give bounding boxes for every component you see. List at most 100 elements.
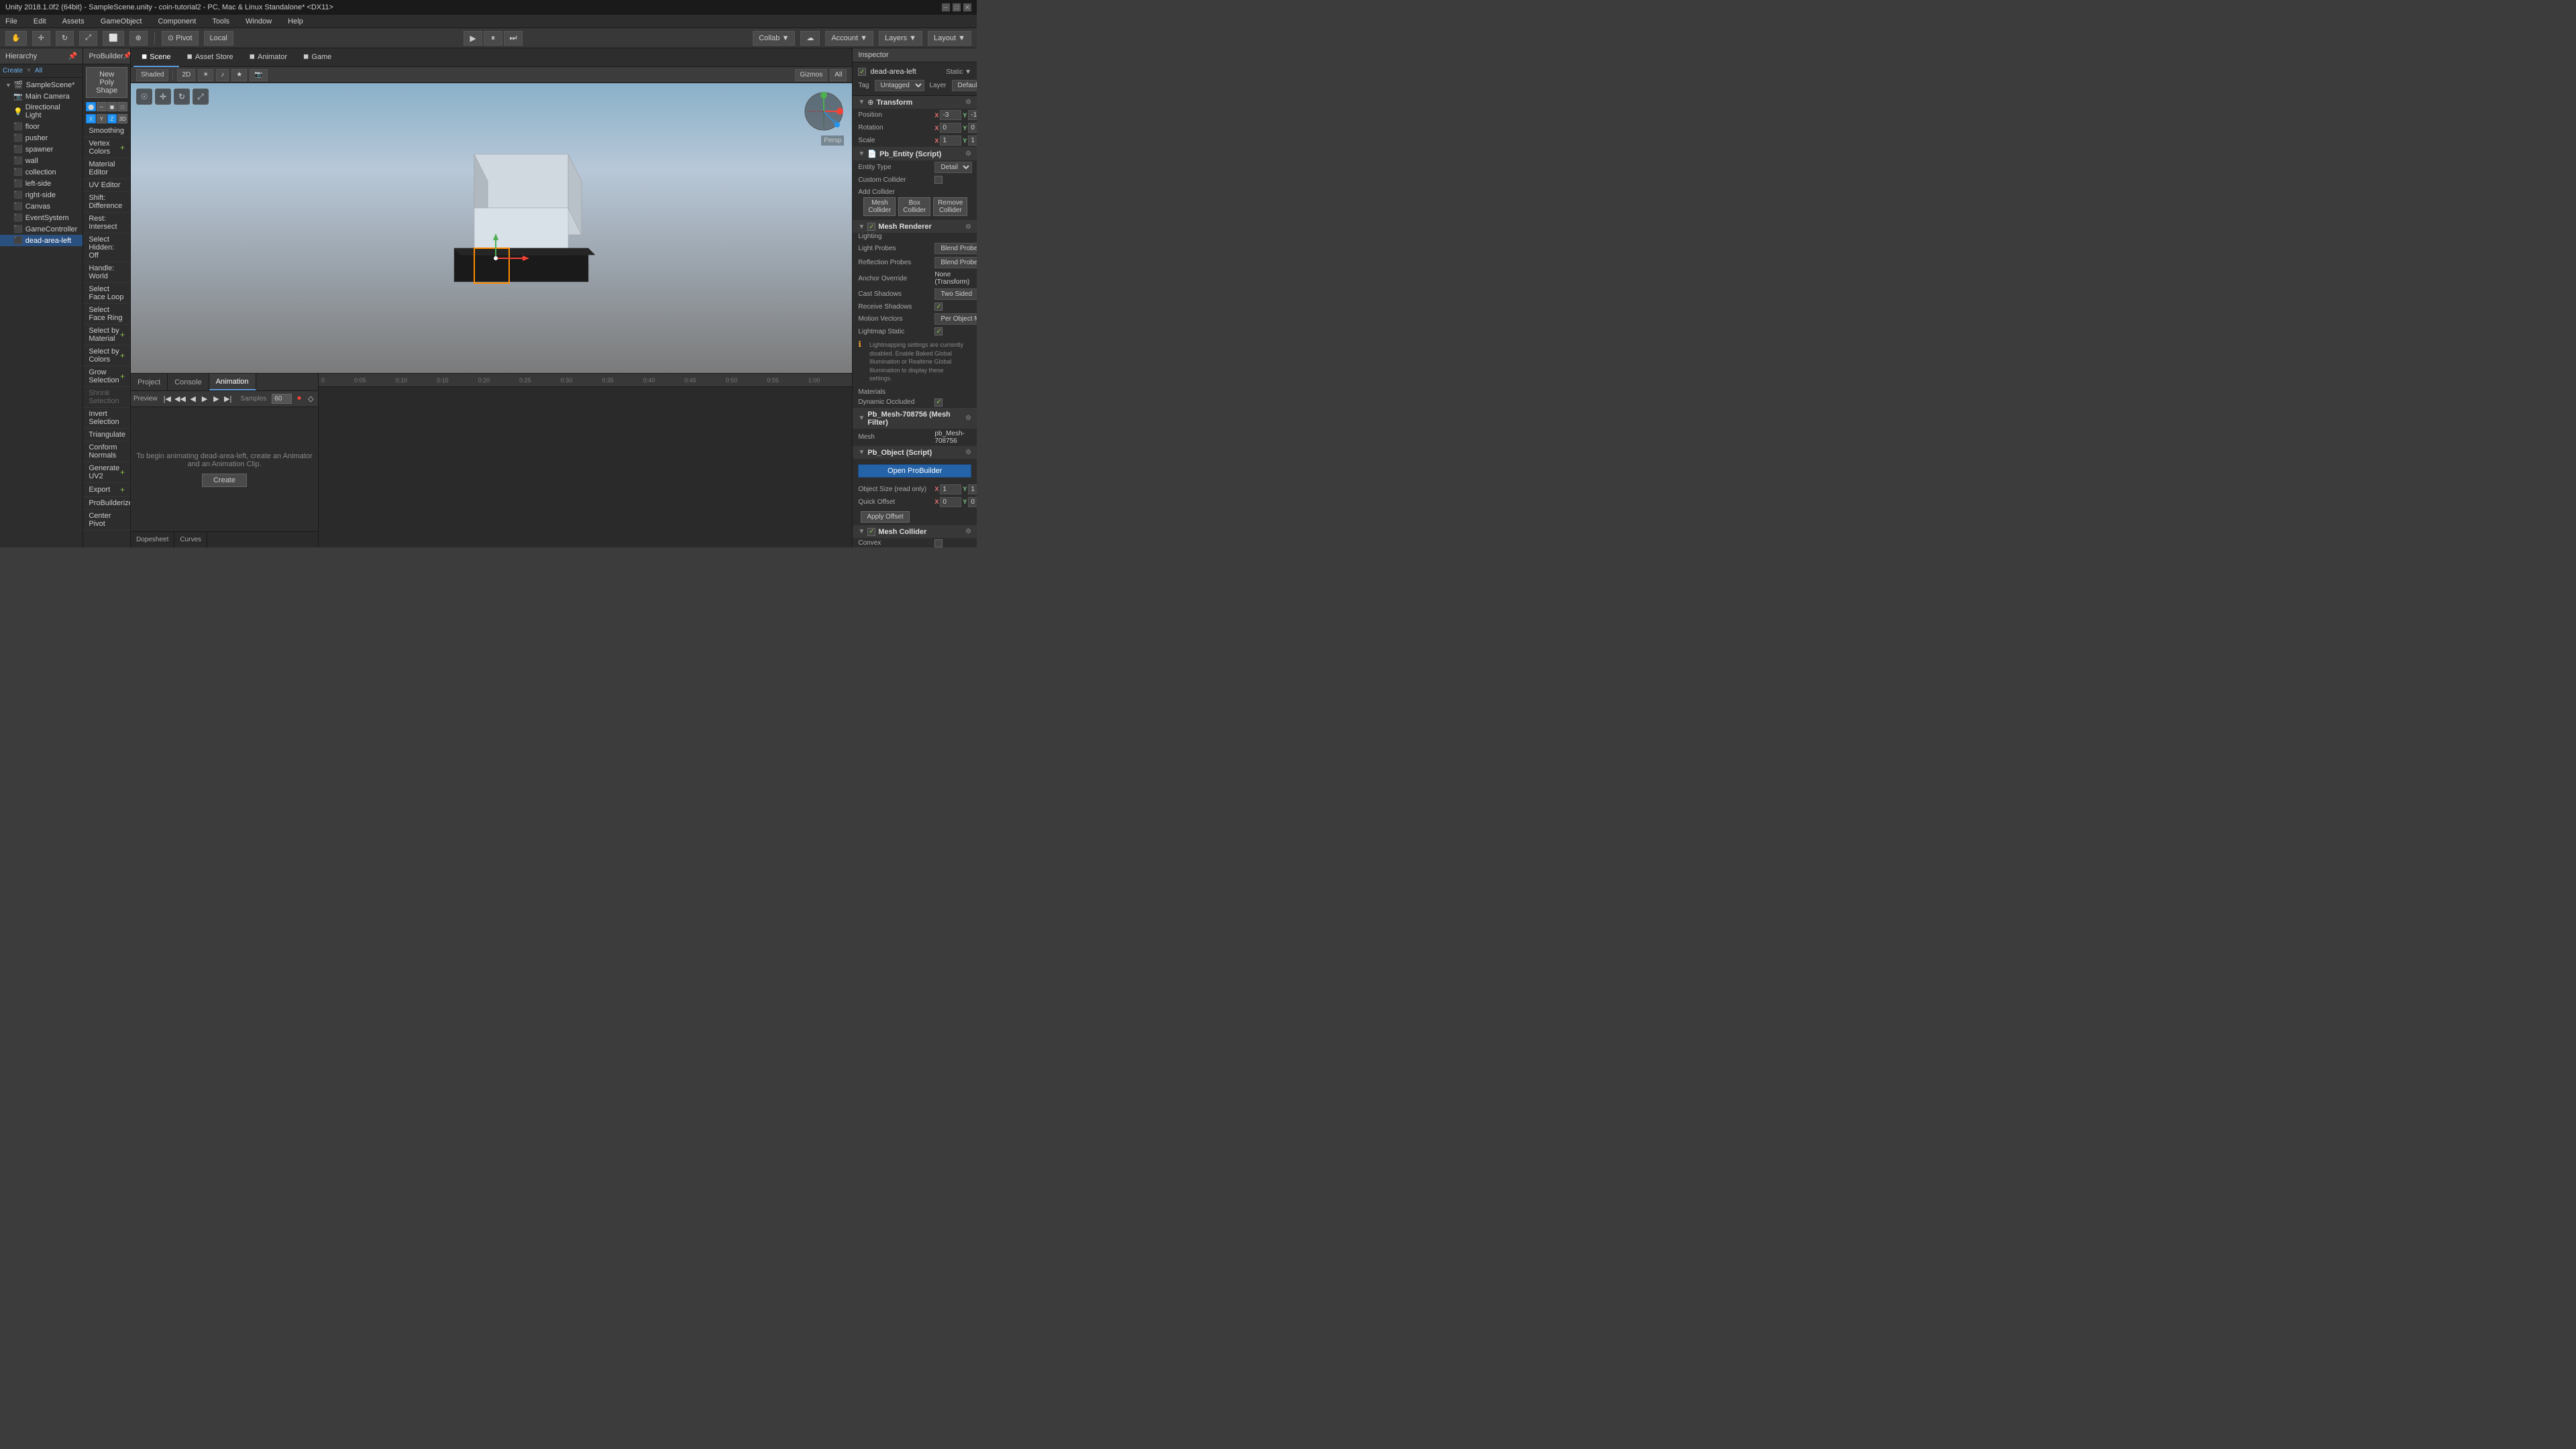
menu-help[interactable]: Help bbox=[285, 16, 306, 27]
tab-animation[interactable]: Animation bbox=[209, 374, 256, 390]
pb-rest-intersect[interactable]: Rest: Intersect bbox=[83, 213, 130, 233]
gizmos-button[interactable]: Gizmos bbox=[795, 69, 827, 81]
rotate-tool[interactable]: ↻ bbox=[56, 31, 74, 46]
layer-dropdown[interactable]: Default bbox=[952, 80, 977, 91]
tab-animator[interactable]: ◼ Animator bbox=[241, 48, 295, 67]
pb-entity-header[interactable]: ▼ 📄 Pb_Entity (Script) ⚙ bbox=[853, 148, 977, 160]
pb-grow-selection[interactable]: Grow Selection + bbox=[83, 366, 130, 387]
effects-button[interactable]: ★ bbox=[231, 69, 247, 81]
dopesheet-tab[interactable]: Dopesheet bbox=[131, 532, 174, 548]
static-label[interactable]: Static ▼ bbox=[946, 68, 971, 76]
menu-gameobject[interactable]: GameObject bbox=[98, 16, 145, 27]
hierarchy-item-canvas[interactable]: ⬛ Canvas bbox=[0, 201, 83, 212]
anim-play-btn[interactable]: ▶ bbox=[200, 393, 209, 405]
hand-tool[interactable]: ✋ bbox=[5, 31, 27, 46]
tab-asset-store[interactable]: ◼ Asset Store bbox=[179, 48, 241, 67]
transform-settings[interactable]: ⚙ bbox=[965, 99, 971, 106]
pb-probuilderize[interactable]: ProBuilderize bbox=[83, 497, 130, 510]
collab-button[interactable]: Collab ▼ bbox=[753, 31, 795, 46]
menu-assets[interactable]: Assets bbox=[60, 16, 87, 27]
create-label[interactable]: Create bbox=[3, 67, 23, 74]
pb-generate-uv2[interactable]: Generate UV2 + bbox=[83, 462, 130, 483]
position-x-input[interactable] bbox=[940, 110, 961, 120]
pb-select-by-colors[interactable]: Select by Colors + bbox=[83, 345, 130, 366]
reflection-probes-dropdown[interactable]: Blend Probes bbox=[934, 257, 977, 268]
anim-add-key-btn[interactable]: ◇ bbox=[307, 393, 315, 405]
all-label[interactable]: All bbox=[35, 67, 42, 74]
account-button[interactable]: Account ▼ bbox=[825, 31, 873, 46]
scale-x-input[interactable] bbox=[940, 136, 961, 146]
hierarchy-item-floor[interactable]: ⬛ floor bbox=[0, 121, 83, 132]
layers-button[interactable]: Layers ▼ bbox=[879, 31, 922, 46]
menu-edit[interactable]: Edit bbox=[31, 16, 49, 27]
scene-scale-tool[interactable]: ⤢ bbox=[193, 89, 209, 105]
mesh-collider-button[interactable]: Mesh Collider bbox=[863, 197, 896, 216]
pb-select-by-material-add[interactable]: + bbox=[120, 330, 125, 339]
convex-checkbox[interactable] bbox=[934, 539, 943, 547]
hierarchy-item-camera[interactable]: 📷 Main Camera bbox=[0, 91, 83, 102]
pb-object-header[interactable]: ▼ Pb_Object (Script) ⚙ bbox=[853, 447, 977, 459]
cast-shadows-dropdown[interactable]: Two Sided bbox=[934, 288, 977, 300]
anim-next-frame-btn[interactable]: ▶ bbox=[212, 393, 221, 405]
hierarchy-item-left-side[interactable]: ⬛ left-side bbox=[0, 178, 83, 189]
pb-export-add[interactable]: + bbox=[120, 485, 125, 494]
mesh-renderer-settings[interactable]: ⚙ bbox=[965, 223, 971, 231]
rect-tool[interactable]: ⬜ bbox=[103, 31, 124, 46]
window-controls[interactable]: ─ □ ✕ bbox=[942, 3, 971, 11]
step-button[interactable]: ⏭ bbox=[504, 31, 523, 46]
mode-vertex-btn[interactable]: ⬤ bbox=[86, 102, 96, 111]
custom-collider-checkbox[interactable] bbox=[934, 176, 943, 184]
pb-entity-settings[interactable]: ⚙ bbox=[965, 150, 971, 158]
mode-btn-y[interactable]: Y bbox=[97, 114, 107, 123]
pb-shift-difference[interactable]: Shift: Difference bbox=[83, 192, 130, 213]
open-probuilder-button[interactable]: Open ProBuilder bbox=[858, 464, 971, 478]
anim-prev-btn[interactable]: ◀◀ bbox=[174, 393, 186, 405]
pb-handle-world[interactable]: Handle: World bbox=[83, 262, 130, 283]
mode-btn-3d[interactable]: 3D bbox=[117, 114, 127, 123]
close-button[interactable]: ✕ bbox=[963, 3, 971, 11]
pb-export[interactable]: Export + bbox=[83, 483, 130, 497]
new-poly-shape-button[interactable]: New Poly Shape bbox=[86, 67, 127, 98]
quick-offset-x-input[interactable] bbox=[940, 497, 961, 507]
pb-object-settings[interactable]: ⚙ bbox=[965, 449, 971, 456]
receive-shadows-checkbox[interactable] bbox=[934, 303, 943, 311]
pb-smoothing[interactable]: Smoothing bbox=[83, 125, 130, 138]
hierarchy-item-wall[interactable]: ⬛ wall bbox=[0, 155, 83, 166]
rotation-y-input[interactable] bbox=[968, 123, 977, 133]
mesh-collider-active[interactable] bbox=[867, 528, 875, 536]
pb-select-face-ring[interactable]: Select Face Ring bbox=[83, 304, 130, 325]
scale-y-input[interactable] bbox=[968, 136, 977, 146]
hierarchy-item-light[interactable]: 💡 Directional Light bbox=[0, 102, 83, 121]
pb-select-hidden[interactable]: Select Hidden: Off bbox=[83, 233, 130, 262]
transform-header[interactable]: ▼ ⊕ Transform ⚙ bbox=[853, 96, 977, 109]
tab-project[interactable]: Project bbox=[131, 374, 168, 390]
pivot-toggle[interactable]: ⊙ Pivot bbox=[162, 31, 199, 46]
motion-vectors-dropdown[interactable]: Per Object Motion bbox=[934, 313, 977, 325]
samples-input[interactable] bbox=[272, 394, 292, 404]
entity-type-dropdown[interactable]: Detail bbox=[934, 162, 972, 173]
shaded-button[interactable]: Shaded bbox=[136, 69, 168, 81]
hierarchy-item-scene[interactable]: ▼ 🎬 SampleScene* bbox=[0, 79, 83, 91]
scene-rotate-tool[interactable]: ↻ bbox=[174, 89, 190, 105]
mesh-filter-settings[interactable]: ⚙ bbox=[965, 415, 971, 422]
scene-cam-button[interactable]: 📷 bbox=[250, 69, 267, 81]
pb-select-by-colors-add[interactable]: + bbox=[120, 351, 125, 360]
anim-record-btn[interactable]: ⏺ bbox=[294, 393, 303, 405]
rotation-x-input[interactable] bbox=[940, 123, 961, 133]
mode-edge-btn[interactable]: ─ bbox=[97, 102, 107, 111]
mesh-filter-header[interactable]: ▼ Pb_Mesh-708756 (Mesh Filter) ⚙ bbox=[853, 409, 977, 429]
mesh-collider-header[interactable]: ▼ Mesh Collider ⚙ bbox=[853, 526, 977, 538]
box-collider-button[interactable]: Box Collider bbox=[898, 197, 930, 216]
menu-file[interactable]: File bbox=[3, 16, 20, 27]
hierarchy-item-eventsystem[interactable]: ⬛ EventSystem bbox=[0, 212, 83, 223]
hierarchy-pin[interactable]: 📌 bbox=[68, 52, 78, 60]
mesh-renderer-toggle[interactable] bbox=[867, 223, 875, 231]
pb-uv-editor[interactable]: UV Editor bbox=[83, 179, 130, 192]
apply-offset-button[interactable]: Apply Offset bbox=[861, 511, 909, 523]
pb-select-face-loop[interactable]: Select Face Loop bbox=[83, 283, 130, 304]
transform-tool[interactable]: ⊕ bbox=[129, 31, 148, 46]
probuilder-pin[interactable]: 📌 bbox=[123, 52, 131, 60]
lighting-button[interactable]: ☀ bbox=[198, 69, 213, 81]
menu-window[interactable]: Window bbox=[243, 16, 274, 27]
local-toggle[interactable]: Local bbox=[204, 31, 233, 46]
